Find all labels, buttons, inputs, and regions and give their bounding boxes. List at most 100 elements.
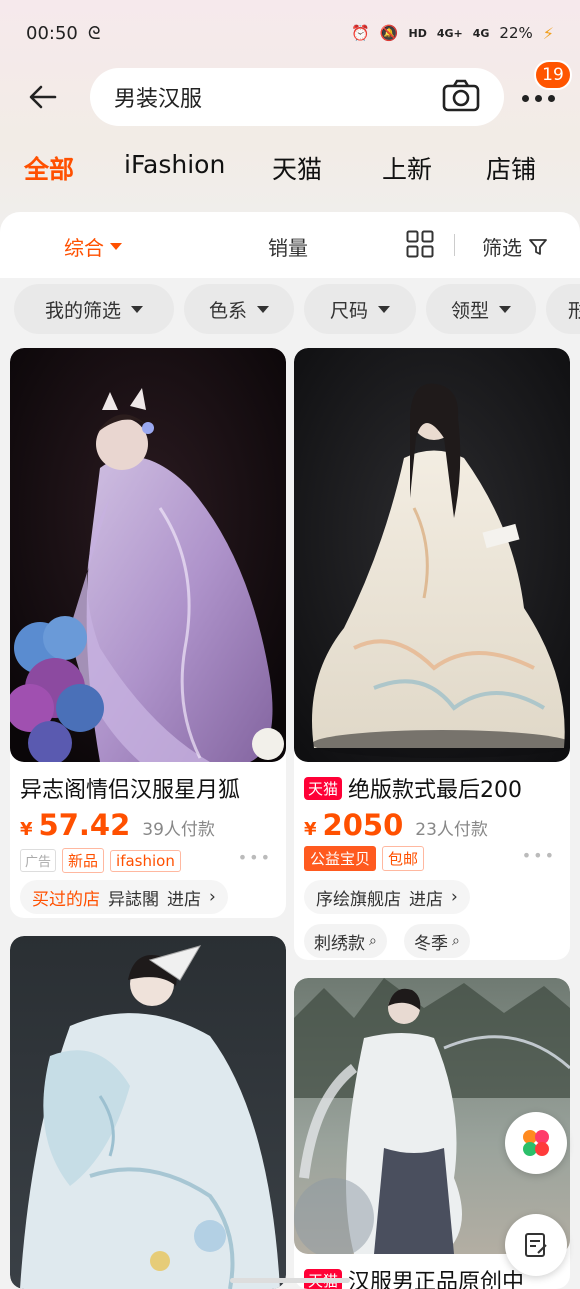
new-tag: 新品 xyxy=(62,848,105,873)
charity-tag: 公益宝贝 xyxy=(304,846,377,871)
back-button[interactable] xyxy=(26,80,60,114)
notes-button[interactable] xyxy=(505,1214,567,1276)
product-tags: 广告 新品 ifashion xyxy=(20,848,181,873)
bought-before-label: 买过的店 xyxy=(32,889,100,910)
paid-count: 23人付款 xyxy=(415,820,488,840)
charging-icon: ⚡ xyxy=(542,23,554,43)
chevron-down-icon xyxy=(499,305,511,313)
product-tags: 公益宝贝 包邮 xyxy=(304,846,425,871)
status-bar: 00:50 ᘓ ⏰ 🔕 HD 4G+ 4G 22% ⚡ xyxy=(0,0,580,66)
tab-ifashion[interactable]: iFashion xyxy=(124,150,225,179)
alarm-icon: ⏰ xyxy=(351,24,370,42)
apps-flower-icon xyxy=(523,1130,549,1156)
more-dot xyxy=(522,94,529,102)
chevron-right-icon: › xyxy=(451,887,458,907)
free-shipping-tag: 包邮 xyxy=(382,846,425,871)
sort-comprehensive-label: 综合 xyxy=(64,236,104,260)
price-row: ¥ 57.42 39人付款 xyxy=(20,808,215,842)
product-card[interactable]: 天猫 绝版款式最后200 ¥ 2050 23人付款 公益宝贝 包邮 ••• 序绘旗… xyxy=(294,348,570,960)
chip-my-filters[interactable]: 我的筛选 xyxy=(14,284,174,334)
shop-name: 异誌閣 xyxy=(108,889,159,910)
more-options-icon[interactable]: ••• xyxy=(238,848,272,867)
keyword-chip[interactable]: 刺绣款 ⌕ xyxy=(304,924,387,958)
tab-shops[interactable]: 店铺 xyxy=(486,150,536,186)
sort-divider xyxy=(454,234,455,256)
search-query-text: 男装汉服 xyxy=(114,87,203,112)
app-notification-icon: ᘓ xyxy=(87,22,101,44)
product-title-text: 汉服男正品原创中 xyxy=(348,1270,525,1289)
filter-label: 筛选 xyxy=(482,236,522,260)
chip-label: 我的筛选 xyxy=(44,299,121,322)
home-indicator xyxy=(230,1278,350,1283)
edit-note-icon xyxy=(525,1233,547,1257)
camera-search-button[interactable] xyxy=(442,79,480,113)
keyword-label: 刺绣款 xyxy=(314,933,365,954)
product-card[interactable] xyxy=(10,936,286,1289)
shop-link[interactable]: 买过的店 异誌閣 进店 › xyxy=(20,880,228,914)
search-header: 男装汉服 19 xyxy=(0,60,580,128)
notification-badge: 19 xyxy=(534,60,572,90)
sort-sales-label: 销量 xyxy=(268,236,308,260)
enter-shop-label: 进店 xyxy=(167,889,201,910)
smart-assistant-button[interactable] xyxy=(505,1112,567,1174)
network-a: 4G+ xyxy=(436,26,463,40)
paid-count: 39人付款 xyxy=(142,820,215,840)
search-icon: ⌕ xyxy=(369,933,377,949)
product-title[interactable]: 异志阁情侣汉服星月狐 xyxy=(20,772,276,804)
tab-new[interactable]: 上新 xyxy=(382,150,432,186)
filter-funnel-icon xyxy=(529,238,547,255)
camera-icon xyxy=(442,79,480,112)
network-b: 4G xyxy=(472,26,490,40)
chip-label: 领型 xyxy=(450,299,489,322)
filter-chips: 我的筛选 色系 尺码 领型 形 xyxy=(0,284,580,336)
keyword-chip[interactable]: 冬季 ⌕ xyxy=(404,924,470,958)
ifashion-tag: ifashion xyxy=(110,849,181,872)
chevron-right-icon: › xyxy=(209,887,216,907)
chevron-down-icon xyxy=(257,305,269,313)
battery-level: 22% xyxy=(499,24,533,42)
enter-shop-label: 进店 xyxy=(409,889,443,910)
filter-button[interactable]: 筛选 xyxy=(482,232,548,261)
sort-sales[interactable]: 销量 xyxy=(268,232,308,261)
keyword-label: 冬季 xyxy=(414,933,448,954)
search-icon: ⌕ xyxy=(452,933,460,949)
tab-tmall[interactable]: 天猫 xyxy=(272,150,322,186)
product-image[interactable] xyxy=(10,348,286,762)
chip-label: 形 xyxy=(568,299,580,322)
layout-toggle-button[interactable] xyxy=(406,230,434,258)
price-currency: ¥ xyxy=(20,819,33,840)
tmall-badge: 天猫 xyxy=(304,777,343,800)
shop-link[interactable]: 序绘旗舰店 进店 › xyxy=(304,880,470,914)
product-price: 57.42 xyxy=(38,808,131,842)
product-image[interactable] xyxy=(294,348,570,762)
dropdown-arrow-icon xyxy=(110,243,122,250)
tab-all[interactable]: 全部 xyxy=(24,150,74,186)
chip-label: 色系 xyxy=(208,299,247,322)
product-price: 2050 xyxy=(322,808,404,842)
chip-collar[interactable]: 领型 xyxy=(426,284,536,334)
chevron-down-icon xyxy=(131,305,143,313)
chip-label: 尺码 xyxy=(329,299,368,322)
chip-size[interactable]: 尺码 xyxy=(304,284,416,334)
ad-tag: 广告 xyxy=(20,849,57,872)
product-title[interactable]: 天猫 绝版款式最后200 xyxy=(304,772,560,804)
status-icons: ⏰ 🔕 HD 4G+ 4G 22% ⚡ xyxy=(351,24,554,43)
sort-comprehensive[interactable]: 综合 xyxy=(64,232,122,261)
chip-color[interactable]: 色系 xyxy=(184,284,294,334)
mute-icon: 🔕 xyxy=(379,24,399,42)
status-time: 00:50 xyxy=(26,22,78,44)
category-tabs: 全部 iFashion 天猫 上新 店铺 xyxy=(0,150,580,200)
more-options-icon[interactable]: ••• xyxy=(522,846,556,865)
product-image[interactable] xyxy=(10,936,286,1289)
more-dot xyxy=(548,94,555,102)
hd-icon: HD xyxy=(408,26,427,40)
back-arrow-icon xyxy=(29,85,57,109)
search-input[interactable]: 男装汉服 xyxy=(90,68,504,126)
product-card[interactable]: 异志阁情侣汉服星月狐 ¥ 57.42 39人付款 广告 新品 ifashion … xyxy=(10,348,286,918)
sort-bar: 综合 销量 筛选 xyxy=(0,212,580,278)
shop-name: 序绘旗舰店 xyxy=(316,889,401,910)
chip-shape[interactable]: 形 xyxy=(546,284,580,334)
price-row: ¥ 2050 23人付款 xyxy=(304,808,488,842)
more-dot xyxy=(535,94,542,102)
product-title-text: 绝版款式最后200 xyxy=(348,778,523,803)
